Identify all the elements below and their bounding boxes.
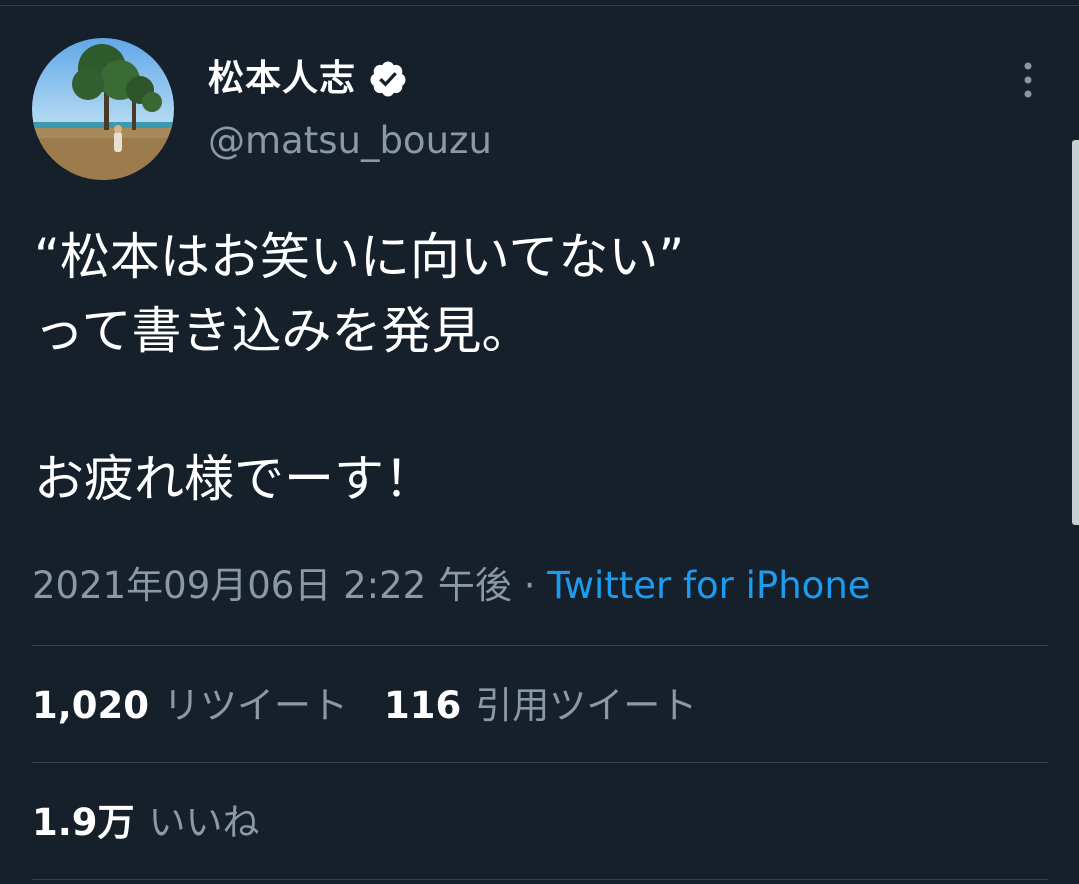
tweet-header: 松本人志 @matsu_bouzu: [32, 38, 1048, 180]
verified-badge-icon: [368, 59, 408, 99]
likes-stats-row: 1.9万 いいね: [32, 797, 260, 849]
retweets-label: リツイート: [163, 684, 349, 727]
likes-label: いいね: [148, 801, 260, 844]
scrollbar[interactable]: [1072, 140, 1079, 525]
divider: [32, 645, 1048, 646]
tweet-line: って書き込みを発見。: [34, 302, 532, 360]
display-name[interactable]: 松本人志: [208, 61, 356, 97]
meta-separator: ·: [523, 564, 536, 607]
tweet-line: “松本はお笑いに向いてない”: [34, 228, 685, 286]
quotes-stat[interactable]: 116 引用ツイート: [384, 680, 697, 732]
divider: [32, 879, 1048, 880]
divider: [32, 762, 1048, 763]
tweet-detail-screen: 松本人志 @matsu_bouzu “松本はお笑いに向いてない” って書き込みを…: [0, 0, 1079, 884]
tweet-meta: 2021年09月06日 2:22 午後 · Twitter for iPhone: [32, 560, 871, 612]
tweet-text: “松本はお笑いに向いてない” って書き込みを発見。 お疲れ様でーす！: [34, 220, 1014, 516]
source-link[interactable]: Twitter for iPhone: [547, 564, 870, 607]
tweet-line: お疲れ様でーす！: [34, 450, 434, 508]
quotes-count: 116: [384, 684, 462, 727]
user-handle[interactable]: @matsu_bouzu: [208, 122, 492, 159]
retweets-stat[interactable]: 1,020 リツイート: [32, 680, 348, 732]
avatar[interactable]: [32, 38, 174, 180]
top-divider: [0, 0, 1079, 6]
retweet-stats-row: 1,020 リツイート 116 引用ツイート: [32, 680, 697, 732]
quotes-label: 引用ツイート: [475, 684, 698, 727]
retweets-count: 1,020: [32, 684, 150, 727]
likes-count: 1.9万: [32, 801, 135, 844]
display-name-row: 松本人志: [208, 54, 408, 104]
timestamp[interactable]: 2021年09月06日 2:22 午後: [32, 564, 512, 607]
more-options-icon[interactable]: [1018, 58, 1038, 102]
likes-stat[interactable]: 1.9万 いいね: [32, 797, 260, 849]
